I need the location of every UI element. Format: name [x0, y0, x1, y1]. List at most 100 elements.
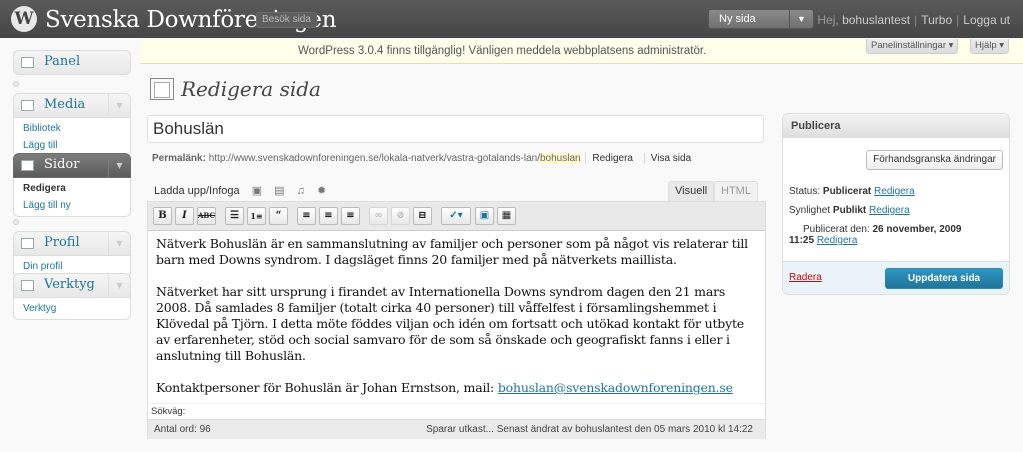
- blockquote-icon[interactable]: “: [269, 207, 288, 225]
- edit-date-link[interactable]: Redigera: [817, 235, 858, 246]
- contact-email-link[interactable]: bohuslan@svenskadownforeningen.se: [498, 380, 733, 395]
- published-date: 26 november, 2009: [872, 224, 962, 235]
- insert-link-icon[interactable]: ∞: [369, 207, 388, 225]
- tab-visual[interactable]: Visuell: [668, 181, 715, 201]
- numbered-list-icon[interactable]: 1≡: [247, 207, 266, 225]
- menu-pages: Sidor ▼ Redigera Lägg till ny: [13, 153, 131, 217]
- trash-link[interactable]: Radera: [789, 272, 822, 283]
- published-time: 11:25: [789, 235, 815, 246]
- screen-options-button[interactable]: Panelinställningar ▾: [866, 39, 959, 54]
- visibility-row: Synlighet Publikt Redigera: [789, 205, 910, 216]
- logout-link[interactable]: Logga ut: [963, 13, 1010, 27]
- page-title: Redigera sida: [181, 77, 321, 101]
- pages-icon: [21, 160, 34, 171]
- editor-status-bar: Antal ord: 96 Sparar utkast... Senast än…: [148, 419, 765, 439]
- content-paragraph: Nätverk Bohuslän är en sammanslutning av…: [156, 236, 748, 267]
- contact-text: Kontaktpersoner för Bohuslän är Johan Er…: [156, 380, 498, 395]
- edit-visibility-link[interactable]: Redigera: [869, 205, 910, 216]
- content-paragraph: Nätverket har sitt ursprung i firandet a…: [156, 284, 744, 363]
- autosave-status: Sparar utkast... Senast ändrat av bohusl…: [426, 424, 753, 435]
- published-date-row: Publicerat den: 26 november, 2009 11:25 …: [789, 224, 962, 246]
- user-actions: Hej, bohuslantest | Turbo | Logga ut: [817, 13, 1010, 27]
- menu-media: Media ▼ Bibliotek Lägg till: [13, 93, 131, 157]
- permalink-row: Permalänk: http://www.svenskadownforenin…: [152, 153, 697, 164]
- menu-separator: [13, 219, 19, 225]
- permalink-label: Permalänk:: [152, 153, 206, 164]
- fullscreen-icon[interactable]: ▣: [475, 207, 494, 225]
- chevron-down-icon[interactable]: ▼: [789, 10, 813, 28]
- bold-button[interactable]: B: [153, 207, 172, 225]
- submenu-item-edit-pages[interactable]: Redigera: [14, 180, 130, 197]
- publish-actions: Radera Uppdatera sida: [783, 261, 1009, 294]
- username-link[interactable]: bohuslantest: [842, 13, 910, 27]
- status-row: Status: Publicerat Redigera: [789, 186, 915, 197]
- tools-submenu: Verktyg: [13, 298, 131, 320]
- bullet-list-icon[interactable]: ☰: [225, 207, 244, 225]
- menu-item-profile[interactable]: Profil ▼: [13, 231, 131, 256]
- panel-icon: [21, 57, 34, 68]
- kitchen-sink-icon[interactable]: ▦: [497, 207, 516, 225]
- publish-box-heading[interactable]: Publicera: [783, 114, 1009, 138]
- preview-changes-button[interactable]: Förhandsgranska ändringar: [866, 150, 1003, 170]
- greeting-text: Hej,: [817, 13, 843, 27]
- unlink-icon[interactable]: ⊘: [391, 207, 410, 225]
- editor-toolbar: B I ABC ☰ 1≡ “ ≡ ≡ ≡ ∞ ⊘ ⊟ ✓▾ ▣ ▦: [148, 202, 765, 231]
- page-title-icon: [150, 78, 174, 100]
- view-page-button[interactable]: Visa sida: [643, 153, 697, 164]
- editor: B I ABC ☰ 1≡ “ ≡ ≡ ≡ ∞ ⊘ ⊟ ✓▾ ▣ ▦ Nätver…: [147, 201, 766, 439]
- media-buttons: Ladda upp/Infoga ▣ ▤ ♫ ✹: [154, 184, 326, 197]
- spellcheck-icon[interactable]: ✓▾: [441, 207, 471, 225]
- menu-tools: Verktyg ▼ Verktyg: [13, 273, 131, 320]
- add-media-icon[interactable]: ✹: [317, 184, 326, 197]
- menu-toggle-icon[interactable]: ▼: [108, 274, 130, 297]
- media-icon: [21, 100, 34, 111]
- add-video-icon[interactable]: ▤: [274, 184, 284, 197]
- menu-toggle-icon[interactable]: ▼: [108, 154, 130, 177]
- add-audio-icon[interactable]: ♫: [297, 185, 305, 197]
- visit-site-button[interactable]: Besök sida: [256, 12, 317, 28]
- menu-toggle-icon[interactable]: ▼: [108, 232, 130, 255]
- menu-item-pages[interactable]: Sidor ▼: [13, 153, 131, 178]
- tools-icon: [21, 280, 34, 291]
- submenu-item-add-media[interactable]: Lägg till: [14, 137, 130, 154]
- submenu-item-tools[interactable]: Verktyg: [14, 300, 130, 317]
- permalink-slug[interactable]: bohuslan: [540, 153, 581, 164]
- edit-permalink-button[interactable]: Redigera: [585, 153, 639, 164]
- wordpress-logo-icon[interactable]: W: [11, 6, 37, 32]
- update-notice-text: WordPress 3.0.4 finns tillgänglig! Vänli…: [298, 45, 707, 57]
- menu-item-media[interactable]: Media ▼: [13, 93, 131, 118]
- menu-item-panel[interactable]: Panel: [13, 50, 131, 75]
- help-button[interactable]: Hjälp ▾: [970, 39, 1010, 54]
- status-value: Publicerat: [822, 186, 872, 197]
- menu-profile: Profil ▼ Din profil: [13, 231, 131, 278]
- tab-html[interactable]: HTML: [714, 181, 758, 201]
- add-image-icon[interactable]: ▣: [252, 184, 262, 197]
- submenu-item-add-page[interactable]: Lägg till ny: [14, 197, 130, 214]
- update-page-button[interactable]: Uppdatera sida: [885, 268, 1003, 289]
- menu-panel[interactable]: Panel: [13, 50, 131, 75]
- word-count: Antal ord: 96: [154, 424, 211, 435]
- menu-toggle-icon[interactable]: ▼: [108, 94, 130, 117]
- align-left-icon[interactable]: ≡: [297, 207, 316, 225]
- upload-insert-label: Ladda upp/Infoga: [154, 185, 240, 197]
- publish-box: Publicera Förhandsgranska ändringar Stat…: [782, 113, 1010, 295]
- submenu-item-library[interactable]: Bibliotek: [14, 120, 130, 137]
- align-center-icon[interactable]: ≡: [319, 207, 338, 225]
- pages-submenu: Redigera Lägg till ny: [13, 178, 131, 217]
- insert-more-icon[interactable]: ⊟: [413, 207, 432, 225]
- content-paragraph-contact: Kontaktpersoner för Bohuslän är Johan Er…: [156, 380, 751, 396]
- post-title-input[interactable]: Bohuslän: [147, 115, 764, 143]
- admin-header: W Svenska Downföreningen Besök sida Ny s…: [0, 0, 1023, 38]
- italic-button[interactable]: I: [175, 207, 194, 225]
- permalink-base: http://www.svenskadownforeningen.se/loka…: [208, 153, 540, 164]
- profile-icon: [21, 238, 34, 249]
- edit-status-link[interactable]: Redigera: [874, 186, 915, 197]
- favorite-actions-dropdown[interactable]: Ny sida ▼: [708, 9, 814, 29]
- new-page-link[interactable]: Ny sida: [719, 13, 756, 25]
- update-notice: WordPress 3.0.4 finns tillgänglig! Vänli…: [140, 39, 1023, 64]
- menu-item-tools[interactable]: Verktyg ▼: [13, 273, 131, 298]
- strikethrough-button[interactable]: ABC: [197, 207, 216, 225]
- turbo-link[interactable]: Turbo: [921, 13, 952, 27]
- align-right-icon[interactable]: ≡: [341, 207, 360, 225]
- editor-content[interactable]: Nätverk Bohuslän är en sammanslutning av…: [156, 236, 751, 412]
